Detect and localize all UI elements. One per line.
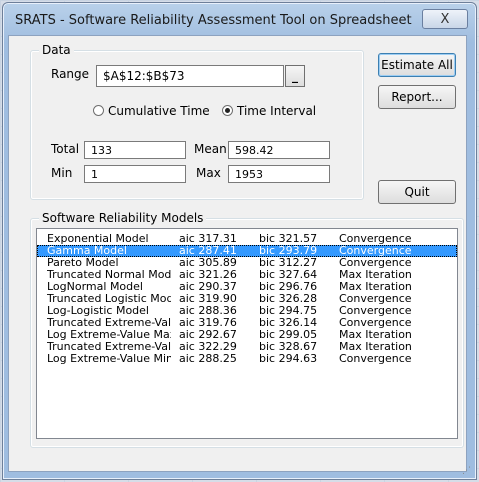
range-select-button[interactable]: _ (285, 65, 305, 87)
radio-cumulative-time[interactable] (93, 105, 104, 116)
model-bic: bic 294.63 (259, 352, 318, 365)
model-status: Convergence (339, 352, 412, 365)
models-group-label: Software Reliability Models (39, 211, 207, 225)
data-group-label: Data (39, 43, 74, 57)
estimate-all-button[interactable]: Estimate All (378, 53, 456, 77)
model-name: Truncated Extreme-Valu (47, 317, 171, 329)
model-name: Gamma Model (47, 245, 127, 257)
total-label: Total (51, 142, 80, 156)
min-field: 1 (84, 165, 186, 183)
model-name: Truncated Extreme-Valu (47, 341, 171, 353)
radio-time-interval-label[interactable]: Time Interval (237, 104, 316, 118)
total-field: 133 (84, 141, 186, 159)
model-name: Log-Logistic Model (47, 305, 149, 317)
model-name: LogNormal Model (47, 281, 143, 293)
resize-grip-icon[interactable]: ⋰ (462, 466, 476, 480)
model-name: Pareto Model (47, 257, 119, 269)
title-bar[interactable]: SRATS - Software Reliability Assessment … (3, 3, 476, 37)
range-input[interactable]: $A$12:$B$73 (96, 65, 284, 87)
window-title: SRATS - Software Reliability Assessment … (15, 13, 412, 28)
model-name: Log Extreme-Value Max (47, 329, 171, 341)
max-label: Max (196, 166, 221, 180)
max-field: 1953 (228, 165, 330, 183)
radio-time-interval[interactable] (222, 105, 233, 116)
model-name: Truncated Logistic Mode (47, 293, 171, 305)
close-button[interactable]: X (422, 9, 468, 29)
mean-field: 598.42 (228, 141, 330, 159)
radio-selected-dot (225, 108, 230, 113)
range-label: Range (51, 67, 90, 81)
model-name: Log Extreme-Value Mini (47, 353, 171, 365)
models-list[interactable]: Exponential Model aic 317.31 bic 321.57 Con… (36, 228, 458, 439)
report-button[interactable]: Report... (378, 85, 456, 109)
min-label: Min (51, 166, 73, 180)
model-aic: aic 288.25 (179, 352, 237, 365)
radio-cumulative-time-label[interactable]: Cumulative Time (108, 104, 210, 118)
model-name: Exponential Model (47, 233, 149, 245)
model-name: Truncated Normal Mode (47, 269, 171, 281)
list-item[interactable]: Log Extreme-Value Mini aic 288.25 bic 294.… (37, 353, 457, 365)
quit-button[interactable]: Quit (378, 180, 456, 204)
close-icon: X (440, 11, 450, 27)
mean-label: Mean (194, 142, 227, 156)
